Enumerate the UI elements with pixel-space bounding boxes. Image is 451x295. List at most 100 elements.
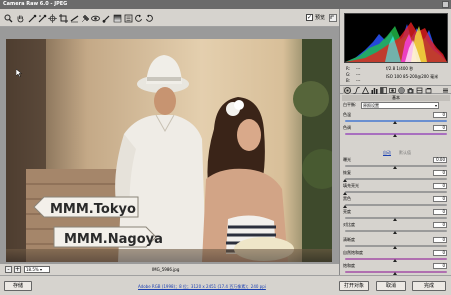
section-title: 基本 bbox=[342, 95, 450, 101]
spot-removal-icon[interactable] bbox=[81, 14, 90, 23]
slider-thumb[interactable] bbox=[393, 134, 397, 137]
auto-link[interactable]: 自动 bbox=[383, 150, 391, 156]
slider-row: 对比度 0 bbox=[343, 222, 449, 234]
image-canvas[interactable]: MMM.Tokyo MMM.Nagoya bbox=[0, 27, 339, 264]
lens-icon bbox=[388, 88, 396, 93]
zoom-in-button[interactable]: + bbox=[14, 266, 21, 273]
zoom-value: 18.5% bbox=[26, 267, 39, 272]
rotate-cw-icon[interactable] bbox=[145, 14, 154, 23]
preferences-icon[interactable] bbox=[124, 14, 133, 23]
slider-thumb[interactable] bbox=[343, 205, 347, 208]
aperture-icon bbox=[343, 87, 351, 94]
slider-thumb[interactable] bbox=[393, 259, 397, 262]
done-button[interactable]: 完成 bbox=[412, 281, 446, 291]
save-image-button[interactable]: 存储 bbox=[4, 281, 32, 291]
color-sampler-icon[interactable] bbox=[38, 14, 47, 23]
slider-label: 黑色 bbox=[343, 196, 351, 201]
slider-value-field[interactable]: 0 bbox=[433, 222, 447, 228]
open-object-label: 打开对象 bbox=[343, 283, 364, 289]
slider-label: 亮度 bbox=[343, 209, 351, 214]
tab-snapshots[interactable] bbox=[424, 87, 432, 94]
tab-hsl[interactable] bbox=[370, 87, 378, 94]
slider-value-field[interactable]: 0 bbox=[433, 170, 447, 176]
split-icon bbox=[379, 87, 387, 94]
slider-thumb[interactable] bbox=[393, 246, 397, 249]
slider-row: 清晰度 0 bbox=[343, 237, 449, 249]
red-eye-icon[interactable] bbox=[91, 14, 100, 23]
slider-row: 曝光 0.00 bbox=[343, 157, 449, 169]
wb-label: 白平衡: bbox=[343, 102, 357, 107]
rotate-ccw-icon[interactable] bbox=[134, 14, 143, 23]
exif-aperture: f/2.8 1/400 秒 bbox=[386, 66, 414, 71]
slider-label: 色调 bbox=[343, 125, 351, 130]
tab-split-toning[interactable] bbox=[379, 87, 387, 94]
open-object-button[interactable]: 打开对象 bbox=[339, 281, 369, 291]
hand-icon[interactable] bbox=[16, 14, 25, 23]
slider-track[interactable] bbox=[345, 191, 447, 193]
slider-value-field[interactable]: 0 bbox=[433, 196, 447, 202]
bottom-bar: 存储 Adobe RGB (1998)；8 位；3120 x 2451 (17.… bbox=[0, 275, 451, 295]
fullscreen-icon[interactable] bbox=[329, 14, 337, 22]
workflow-options-link[interactable]: Adobe RGB (1998)；8 位；3120 x 2451 (17.4 百… bbox=[138, 284, 266, 290]
crop-icon[interactable] bbox=[59, 14, 68, 23]
slider-row: 黑色 0 bbox=[343, 196, 449, 208]
slider-thumb[interactable] bbox=[393, 166, 397, 169]
slider-value-field[interactable]: 0 bbox=[433, 125, 447, 131]
toolbar: ✓ 预览 bbox=[0, 9, 339, 27]
tab-camera-calibration[interactable] bbox=[406, 87, 414, 94]
wb-value: 原照设置 bbox=[363, 103, 379, 108]
close-icon[interactable] bbox=[442, 1, 449, 8]
b-value: --- bbox=[356, 78, 361, 83]
zoom-status-row: - + 18.5% ▾ IMG_5986.jpg bbox=[0, 264, 339, 275]
zoom-out-button[interactable]: - bbox=[5, 266, 12, 273]
slider-value-field[interactable]: 0 bbox=[433, 112, 447, 118]
graduated-filter-icon[interactable] bbox=[113, 14, 122, 23]
tab-presets[interactable] bbox=[415, 87, 423, 94]
zoom-select[interactable]: 18.5% ▾ bbox=[24, 266, 50, 273]
zoom-icon[interactable] bbox=[4, 14, 13, 23]
slider-thumb[interactable] bbox=[343, 192, 347, 195]
tab-tone-curve[interactable] bbox=[352, 87, 360, 94]
panel-menu-icon[interactable] bbox=[441, 87, 449, 94]
white-balance-icon[interactable] bbox=[28, 14, 37, 23]
sign-tokyo: MMM.Tokyo bbox=[50, 202, 136, 217]
adjustment-brush-icon[interactable] bbox=[102, 14, 111, 23]
slider-row: 色调 0 bbox=[343, 125, 449, 137]
straighten-icon[interactable] bbox=[70, 14, 79, 23]
tab-effects[interactable] bbox=[397, 87, 405, 94]
file-name: IMG_5986.jpg bbox=[152, 267, 180, 272]
sign-nagoya: MMM.Nagoya bbox=[64, 232, 163, 247]
default-link[interactable]: 默认值 bbox=[399, 150, 411, 156]
window-title: Camera Raw 6.0 - JPEG bbox=[3, 1, 68, 7]
slider-value-field[interactable]: 0.00 bbox=[433, 157, 447, 163]
tab-lens[interactable] bbox=[388, 87, 396, 94]
photo-preview[interactable]: MMM.Tokyo MMM.Nagoya bbox=[6, 39, 332, 262]
slider-row: 饱和度 0 bbox=[343, 263, 449, 275]
slider-thumb[interactable] bbox=[393, 231, 397, 234]
zoom-in-label: + bbox=[15, 266, 21, 273]
preview-checkbox[interactable]: ✓ bbox=[306, 14, 313, 21]
targeted-adjust-icon[interactable] bbox=[48, 14, 57, 23]
slider-label: 自然饱和度 bbox=[343, 250, 363, 255]
bars-icon bbox=[371, 88, 377, 94]
r-label: R: bbox=[346, 66, 351, 71]
slider-thumb[interactable] bbox=[393, 272, 397, 275]
slider-thumb[interactable] bbox=[393, 121, 397, 124]
cursor-icon bbox=[16, 69, 22, 77]
slider-thumb[interactable] bbox=[343, 179, 347, 182]
slider-thumb[interactable] bbox=[393, 218, 397, 221]
triangle-icon bbox=[361, 87, 369, 94]
slider-value-field[interactable]: 0 bbox=[433, 209, 447, 215]
slider-track[interactable] bbox=[345, 178, 447, 180]
slider-track[interactable] bbox=[345, 204, 447, 206]
slider-value-field[interactable]: 0 bbox=[433, 183, 447, 189]
tab-basic[interactable] bbox=[343, 87, 351, 94]
white-balance-select[interactable]: 原照设置 ▾ bbox=[361, 102, 439, 109]
slider-value-field[interactable]: 0 bbox=[433, 250, 447, 256]
slider-value-field[interactable]: 0 bbox=[433, 237, 447, 243]
slider-value-field[interactable]: 0 bbox=[433, 263, 447, 269]
cancel-button[interactable]: 取消 bbox=[376, 281, 406, 291]
menu-icon bbox=[442, 88, 448, 93]
tab-detail[interactable] bbox=[361, 87, 369, 94]
slider-label: 对比度 bbox=[343, 222, 355, 227]
